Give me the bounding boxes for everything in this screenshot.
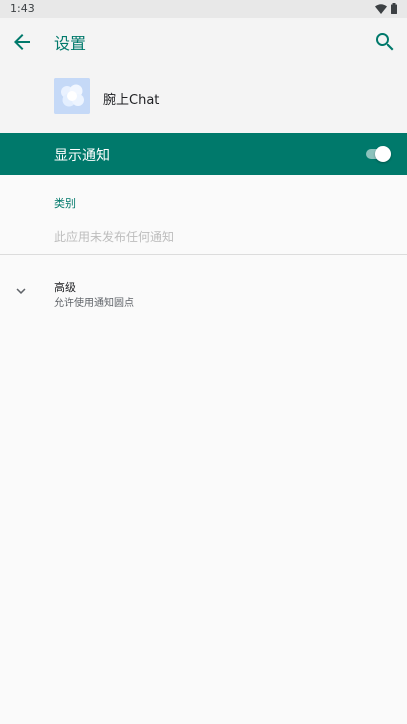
wifi-icon	[375, 3, 387, 14]
show-notifications-toggle[interactable]	[366, 146, 392, 162]
app-logo-icon	[54, 78, 90, 114]
status-bar: 1:43	[0, 0, 407, 18]
app-header: 腕上Chat	[0, 66, 407, 133]
advanced-subtitle: 允许使用通知圆点	[54, 298, 134, 309]
divider	[0, 254, 407, 255]
status-time: 1:43	[10, 2, 35, 15]
chevron-down-icon	[16, 288, 26, 294]
battery-icon	[391, 3, 397, 14]
categories-heading: 类别	[54, 197, 76, 210]
toggle-thumb	[375, 146, 391, 162]
show-notifications-row[interactable]: 显示通知	[0, 133, 407, 175]
advanced-row[interactable]: 高级 允许使用通知圆点	[0, 270, 407, 318]
page-title: 设置	[54, 34, 87, 53]
advanced-title: 高级	[54, 281, 76, 294]
no-notifications-text: 此应用未发布任何通知	[54, 230, 175, 244]
search-icon[interactable]	[373, 30, 397, 54]
app-name: 腕上Chat	[103, 93, 160, 108]
show-notifications-label: 显示通知	[54, 148, 110, 164]
arrow-left-icon[interactable]	[10, 30, 34, 54]
app-bar: 设置	[0, 18, 407, 66]
status-icons	[375, 3, 397, 14]
